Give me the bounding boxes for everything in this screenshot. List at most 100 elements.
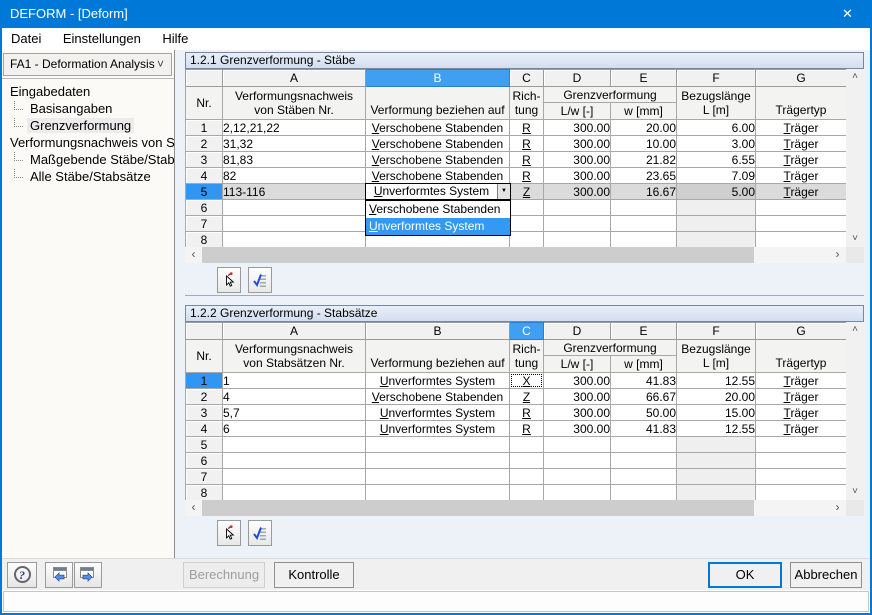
cell-members[interactable]: 82: [223, 168, 366, 184]
scroll-right-icon[interactable]: ›: [829, 500, 846, 516]
cell-beamtype[interactable]: Träger: [756, 120, 847, 136]
cell-w[interactable]: [611, 437, 677, 453]
check-entries-button[interactable]: [248, 267, 272, 293]
menu-hilfe[interactable]: Hilfe: [154, 28, 196, 50]
cell-lw[interactable]: 300.00: [544, 136, 611, 152]
cell-reference[interactable]: Verschobene Stabenden: [366, 168, 510, 184]
row-number[interactable]: 8: [186, 232, 223, 248]
cell-beamtype[interactable]: Träger: [756, 421, 847, 437]
cell-lw[interactable]: [544, 437, 611, 453]
cell-direction[interactable]: [510, 469, 544, 485]
cell-direction[interactable]: [510, 232, 544, 248]
cell-lw[interactable]: 300.00: [544, 168, 611, 184]
cell-lw[interactable]: 300.00: [544, 421, 611, 437]
cell-length[interactable]: 3.00: [677, 136, 756, 152]
row-number[interactable]: 4: [186, 168, 223, 184]
cell-beamtype[interactable]: [756, 232, 847, 248]
cell-reference[interactable]: Unverformtes System: [366, 373, 510, 389]
cell-beamtype[interactable]: Träger: [756, 152, 847, 168]
row-number[interactable]: 2: [186, 389, 223, 405]
row-number[interactable]: 6: [186, 453, 223, 469]
cell-direction[interactable]: Z: [510, 389, 544, 405]
cell-sets[interactable]: 6: [223, 421, 366, 437]
cell-sets[interactable]: 5,7: [223, 405, 366, 421]
tree-item-basisangaben[interactable]: Basisangaben: [2, 100, 174, 117]
close-icon[interactable]: ✕: [825, 0, 870, 28]
cell-lw[interactable]: [544, 469, 611, 485]
menu-einstellungen[interactable]: Einstellungen: [55, 28, 149, 50]
cell-w[interactable]: 20.00: [611, 120, 677, 136]
cell-sets[interactable]: 1: [223, 373, 366, 389]
cell-lw[interactable]: 300.00: [544, 184, 611, 200]
cell-w[interactable]: [611, 232, 677, 248]
cell-reference[interactable]: Unverformtes System: [366, 405, 510, 421]
dropdown-arrow-icon[interactable]: ▼: [497, 184, 510, 199]
row-number[interactable]: 1: [186, 120, 223, 136]
cell-reference[interactable]: Verschobene Stabenden: [366, 120, 510, 136]
tree-item-grenzverformung[interactable]: Grenzverformung: [2, 117, 174, 134]
cell-sets[interactable]: [223, 437, 366, 453]
cell-sets[interactable]: [223, 485, 366, 501]
cell-length[interactable]: [677, 232, 756, 248]
cell-length[interactable]: 20.00: [677, 389, 756, 405]
scrollbar-thumb[interactable]: [202, 500, 754, 516]
cell-direction[interactable]: R: [510, 152, 544, 168]
dropdown-option-unverformtes[interactable]: Unverformtes System: [366, 218, 510, 235]
vertical-scrollbar[interactable]: ˄ ˅: [846, 69, 864, 247]
cell-direction[interactable]: Z: [510, 184, 544, 200]
cell-length[interactable]: [677, 485, 756, 501]
cell-members[interactable]: 113-116: [223, 184, 366, 200]
cell-beamtype[interactable]: Träger: [756, 405, 847, 421]
cell-lw[interactable]: [544, 485, 611, 501]
cell-reference[interactable]: [366, 453, 510, 469]
cell-sets[interactable]: 4: [223, 389, 366, 405]
cell-reference[interactable]: Verschobene Stabenden: [366, 389, 510, 405]
cell-members[interactable]: 81,83: [223, 152, 366, 168]
cell-direction-focused[interactable]: X: [510, 373, 544, 389]
cell-lw[interactable]: 300.00: [544, 152, 611, 168]
cell-length[interactable]: 15.00: [677, 405, 756, 421]
cell-beamtype[interactable]: Träger: [756, 389, 847, 405]
row-number[interactable]: 3: [186, 152, 223, 168]
cell-length[interactable]: 7.09: [677, 168, 756, 184]
pick-members-button[interactable]: [217, 267, 241, 293]
scroll-up-icon[interactable]: ˄: [846, 322, 864, 338]
cell-sets[interactable]: [223, 469, 366, 485]
cell-members[interactable]: [223, 200, 366, 216]
cell-beamtype[interactable]: Träger: [756, 184, 847, 200]
cell-lw[interactable]: [544, 200, 611, 216]
row-number[interactable]: 2: [186, 136, 223, 152]
cell-members[interactable]: [223, 216, 366, 232]
cell-lw[interactable]: 300.00: [544, 405, 611, 421]
tree-item-alle-staebe[interactable]: Alle Stäbe/Stabsätze: [2, 168, 174, 185]
row-number[interactable]: 5: [186, 437, 223, 453]
cell-w[interactable]: 41.83: [611, 373, 677, 389]
cell-beamtype[interactable]: [756, 453, 847, 469]
cell-length[interactable]: 12.55: [677, 373, 756, 389]
cell-reference[interactable]: Verschobene Stabenden: [366, 152, 510, 168]
horizontal-scrollbar[interactable]: ‹ ›: [185, 247, 846, 263]
horizontal-scrollbar[interactable]: ‹ ›: [185, 500, 846, 516]
cell-direction[interactable]: R: [510, 168, 544, 184]
cell-lw[interactable]: 300.00: [544, 120, 611, 136]
scroll-left-icon[interactable]: ‹: [185, 500, 202, 516]
pick-member-sets-button[interactable]: [217, 520, 241, 546]
row-number[interactable]: 1: [186, 373, 223, 389]
cell-w[interactable]: 16.67: [611, 184, 677, 200]
cell-beamtype[interactable]: Träger: [756, 168, 847, 184]
cell-reference[interactable]: Unverformtes System: [366, 421, 510, 437]
scrollbar-thumb[interactable]: [202, 247, 754, 263]
cell-w[interactable]: 10.00: [611, 136, 677, 152]
tree-item-eingabedaten[interactable]: Eingabedaten: [2, 83, 174, 100]
cell-length[interactable]: [677, 216, 756, 232]
cell-direction[interactable]: [510, 200, 544, 216]
cell-lw[interactable]: [544, 216, 611, 232]
vertical-scrollbar[interactable]: ˄ ˅: [846, 322, 864, 500]
cell-direction[interactable]: R: [510, 421, 544, 437]
cell-w[interactable]: [611, 469, 677, 485]
cell-w[interactable]: 41.83: [611, 421, 677, 437]
cell-members[interactable]: 31,32: [223, 136, 366, 152]
cell-lw[interactable]: [544, 232, 611, 248]
cell-beamtype[interactable]: Träger: [756, 136, 847, 152]
cell-length[interactable]: 6.00: [677, 120, 756, 136]
